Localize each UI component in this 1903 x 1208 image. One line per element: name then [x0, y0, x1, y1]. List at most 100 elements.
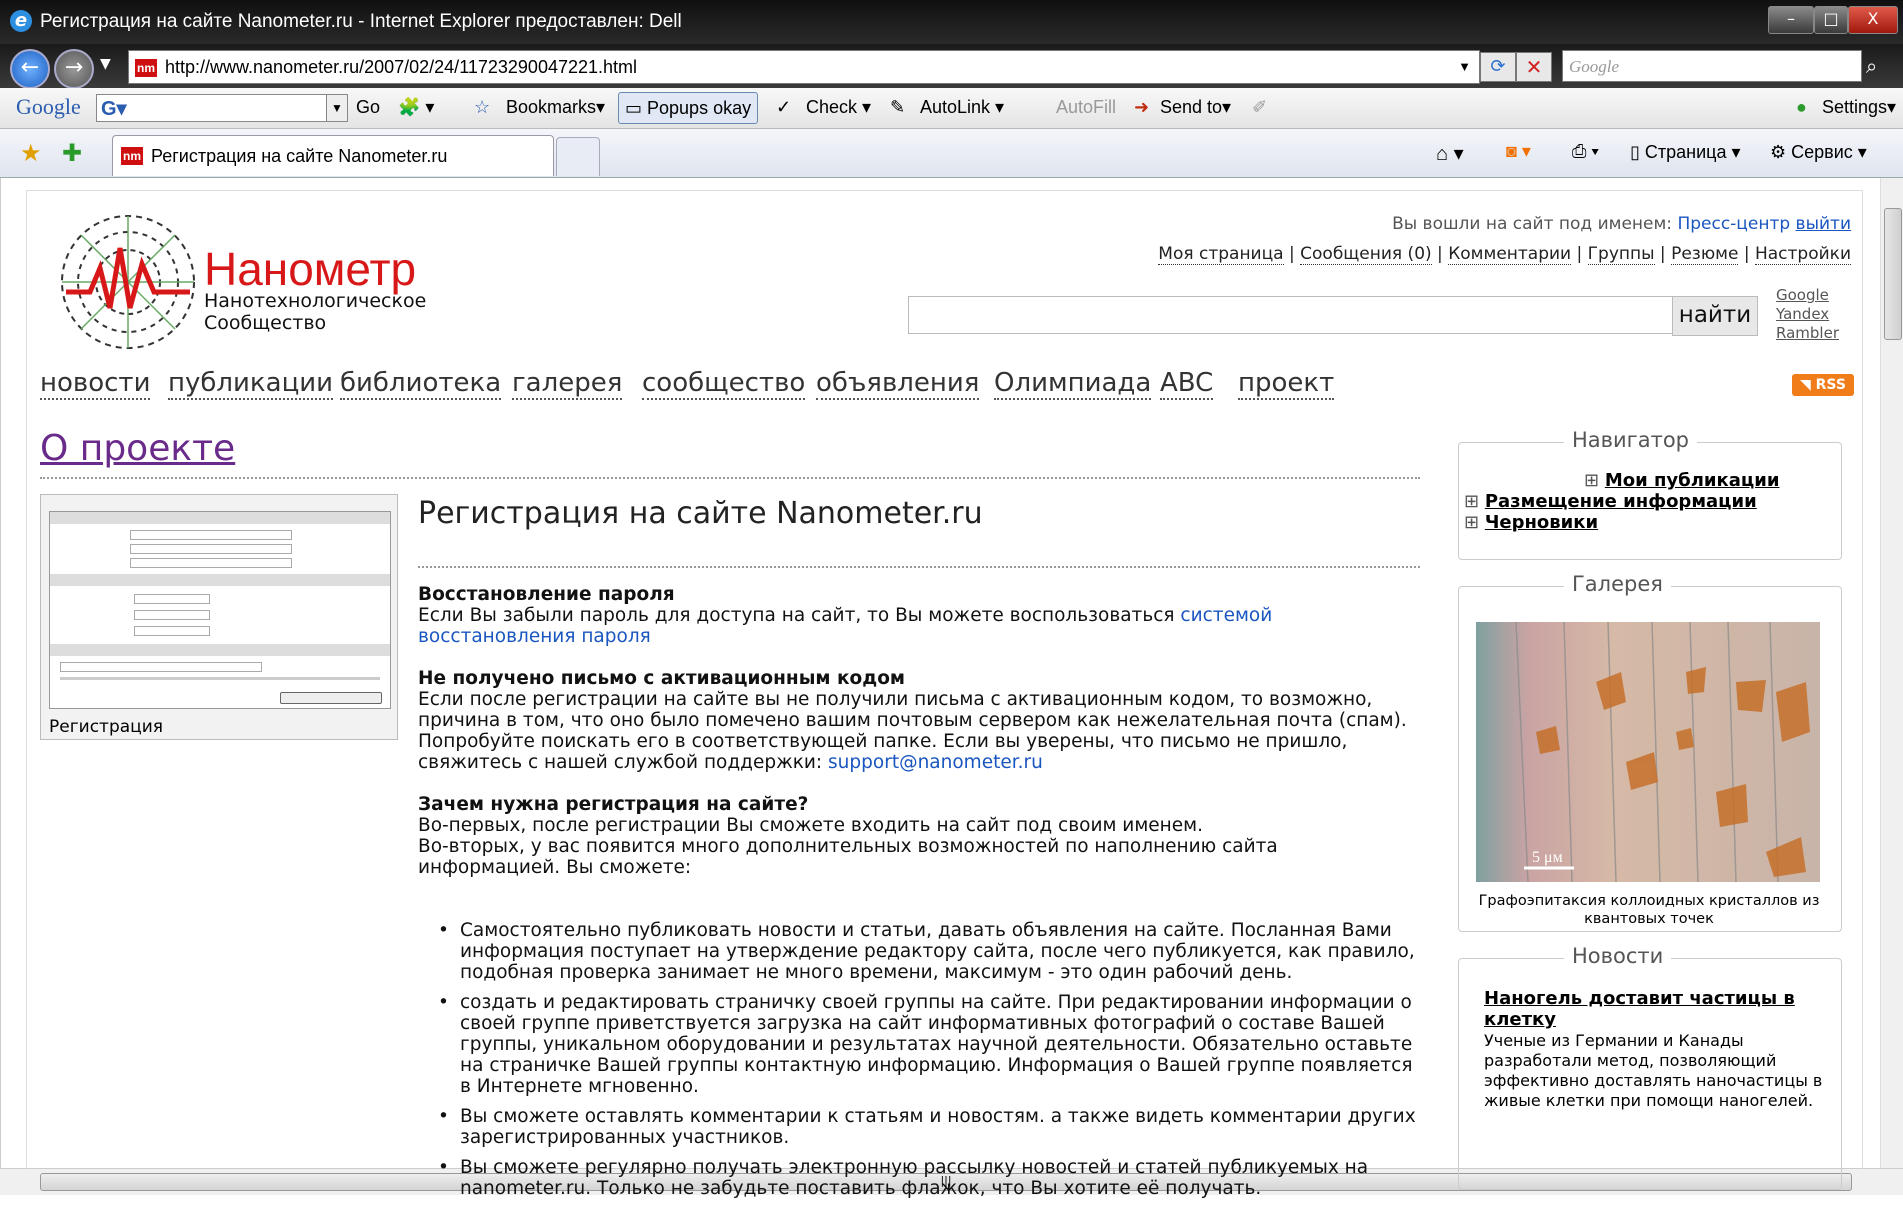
- url-text: http://www.nanometer.ru/2007/02/24/11723…: [165, 57, 638, 77]
- settings-button[interactable]: Settings▾: [1822, 97, 1896, 118]
- extension-icon[interactable]: 🧩 ▾: [398, 97, 434, 118]
- activation-heading: Не получено письмо с активационным кодом: [418, 668, 906, 689]
- window-titlebar: e Регистрация на сайте Nanometer.ru - In…: [0, 0, 1903, 44]
- menu-item[interactable]: проект: [1238, 368, 1335, 400]
- search-icon[interactable]: ⌕: [1866, 54, 1877, 78]
- why-register-heading: Зачем нужна регистрация на сайте?: [418, 794, 809, 815]
- menu-item[interactable]: ABC: [1160, 368, 1214, 400]
- tab-active-label: Регистрация на сайте Nanometer.ru: [151, 146, 448, 166]
- article-title: Регистрация на сайте Nanometer.ru: [418, 496, 983, 531]
- vertical-scroll-thumb[interactable]: [1884, 208, 1902, 340]
- nav-item-placement[interactable]: ⊞ Размещение информации: [1464, 491, 1757, 512]
- news-headline-link[interactable]: Наногель доставит частицы в клетку: [1484, 988, 1814, 1030]
- spellcheck-icon: ✓: [776, 97, 792, 117]
- feature-item: создать и редактировать страничку своей …: [418, 992, 1418, 1097]
- google-logo: Google: [16, 94, 81, 119]
- go-button[interactable]: Go: [356, 97, 380, 118]
- username-link[interactable]: Пресс-центр: [1677, 214, 1790, 234]
- minimize-button[interactable]: –: [1768, 6, 1814, 34]
- sendto-icon: ➜: [1134, 97, 1150, 117]
- user-link[interactable]: Комментарии: [1448, 244, 1572, 265]
- new-tab-button[interactable]: [556, 137, 600, 176]
- search-box[interactable]: Google: [1562, 50, 1862, 82]
- gallery-scale-label: 5 μм: [1532, 849, 1563, 866]
- vertical-scrollbar[interactable]: [1880, 178, 1903, 1168]
- activation-text: Если после регистрации на сайте вы не по…: [418, 689, 1407, 773]
- back-icon[interactable]: ←: [10, 49, 50, 89]
- section-title-link[interactable]: О проекте: [40, 428, 235, 469]
- password-recovery-text: Если Вы забыли пароль для доступа на сай…: [418, 605, 1273, 647]
- menu-item[interactable]: объявления: [816, 368, 980, 400]
- autofill-button[interactable]: AutoFill: [1056, 97, 1116, 118]
- site-search-input[interactable]: [908, 296, 1674, 334]
- search-engine-link[interactable]: Rambler: [1776, 324, 1839, 343]
- menu-item[interactable]: библиотека: [340, 368, 502, 400]
- history-dropdown-icon[interactable]: ▼: [100, 56, 111, 72]
- stop-icon[interactable]: ✕: [1516, 52, 1552, 82]
- thumbnail-caption: Регистрация: [49, 717, 163, 737]
- article-divider: [418, 566, 1420, 568]
- user-link[interactable]: Сообщения (0): [1300, 244, 1432, 265]
- autolink-button[interactable]: AutoLink ▾: [920, 97, 1004, 118]
- favorites-star-icon[interactable]: ★: [20, 139, 42, 168]
- close-button[interactable]: X: [1848, 6, 1898, 34]
- pencil-icon[interactable]: ✐: [1252, 97, 1267, 118]
- nav-item-drafts[interactable]: ⊞ Черновики: [1464, 512, 1598, 533]
- feeds-icon[interactable]: ◙ ▾: [1506, 141, 1531, 162]
- user-link[interactable]: Резюме: [1671, 244, 1739, 265]
- tab-active[interactable]: nm Регистрация на сайте Nanometer.ru: [112, 135, 554, 176]
- search-submit-button[interactable]: найти: [1672, 296, 1758, 336]
- expand-icon[interactable]: ⊞: [1584, 470, 1605, 491]
- features-list: Самостоятельно публиковать новости и ста…: [418, 920, 1418, 1199]
- nanometer-logo-icon: [61, 215, 195, 349]
- logo-title: Нанометр: [204, 243, 417, 295]
- user-link[interactable]: Группы: [1587, 244, 1655, 265]
- popups-button[interactable]: ▭ Popups okay: [618, 92, 759, 124]
- login-info: Вы вошли на сайт под именем: Пресс-центр…: [1392, 214, 1851, 234]
- address-bar-row: ← → ▼ nm http://www.nanometer.ru/2007/02/…: [0, 44, 1903, 89]
- forward-icon[interactable]: →: [54, 49, 94, 89]
- feature-item: Самостоятельно публиковать новости и ста…: [418, 920, 1418, 983]
- nav-item-my-publications[interactable]: ⊞ Мои публикации: [1584, 470, 1779, 491]
- url-field[interactable]: nm http://www.nanometer.ru/2007/02/24/117…: [128, 50, 1480, 84]
- expand-icon[interactable]: ⊞: [1464, 491, 1485, 512]
- user-link[interactable]: Настройки: [1754, 244, 1851, 265]
- support-email-link[interactable]: support@nanometer.ru: [828, 752, 1043, 773]
- feature-item: Вы сможете регулярно получать электронну…: [418, 1157, 1418, 1199]
- logout-link[interactable]: выйти: [1796, 214, 1851, 234]
- maximize-button[interactable]: □: [1814, 6, 1848, 34]
- bookmarks-button[interactable]: Bookmarks▾: [506, 97, 605, 118]
- gallery-title: Галерея: [1564, 572, 1671, 596]
- rss-button[interactable]: ◥ RSS: [1792, 374, 1854, 396]
- menu-item[interactable]: новости: [40, 368, 151, 400]
- sendto-button[interactable]: Send to▾: [1160, 97, 1231, 118]
- expand-icon[interactable]: ⊞: [1464, 512, 1485, 533]
- toolbar-search-input[interactable]: G▾ ▼: [96, 94, 348, 122]
- gallery-image[interactable]: 5 μм: [1476, 622, 1820, 882]
- search-engine-link[interactable]: Google: [1776, 286, 1839, 305]
- tools-menu[interactable]: ⚙ Сервис ▾: [1770, 142, 1867, 163]
- news-text: Ученые из Германии и Канады разработали …: [1484, 1031, 1823, 1110]
- registration-thumbnail[interactable]: Регистрация: [40, 494, 398, 740]
- menu-item[interactable]: публикации: [168, 368, 334, 400]
- url-dropdown-icon[interactable]: ▼: [1458, 51, 1471, 83]
- menu-item[interactable]: Олимпиада: [994, 368, 1152, 400]
- page-icon: ▯: [1630, 142, 1645, 162]
- home-icon[interactable]: ⌂ ▾: [1436, 141, 1464, 166]
- menu-item[interactable]: сообщество: [642, 368, 806, 400]
- refresh-icon[interactable]: ⟳: [1480, 52, 1516, 82]
- rss-icon: ◥: [1800, 377, 1816, 393]
- window-title: Регистрация на сайте Nanometer.ru - Inte…: [40, 11, 682, 32]
- check-button[interactable]: Check ▾: [806, 97, 871, 118]
- add-favorite-icon[interactable]: ✚: [62, 139, 82, 168]
- form-preview-image: [49, 511, 391, 709]
- green-status-icon: ●: [1796, 97, 1807, 117]
- menu-item[interactable]: галерея: [512, 368, 623, 400]
- user-link[interactable]: Моя страница: [1158, 244, 1284, 265]
- search-engine-link[interactable]: Yandex: [1776, 305, 1839, 324]
- logo-subtitle-2: Сообщество: [204, 312, 327, 334]
- search-dropdown-icon[interactable]: ▼: [326, 95, 347, 121]
- page-menu[interactable]: ▯ Страница ▾: [1630, 142, 1741, 163]
- tabs-row: ★ ✚ nm Регистрация на сайте Nanometer.ru…: [0, 129, 1903, 178]
- print-icon[interactable]: ⎙ ▾: [1572, 141, 1599, 162]
